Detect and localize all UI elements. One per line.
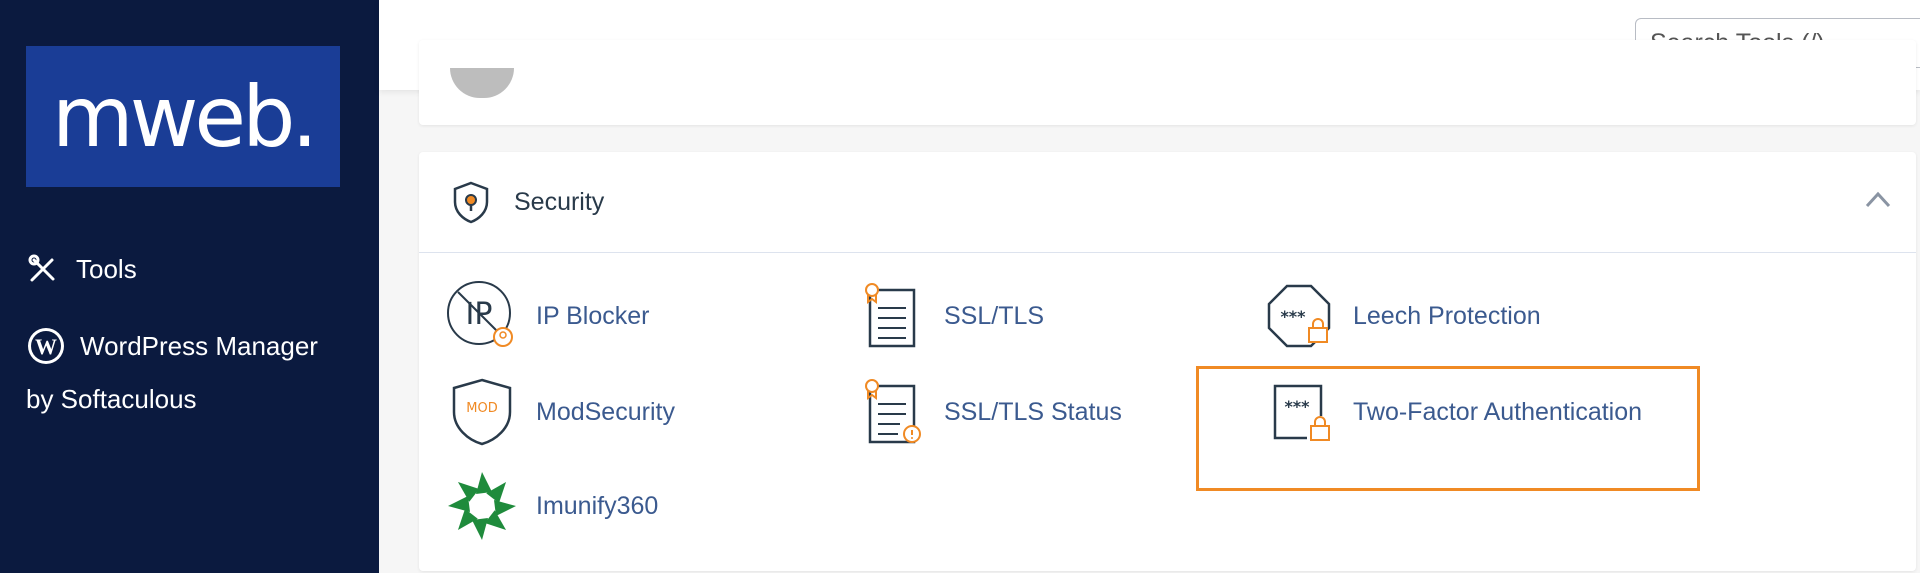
tool-ssl-tls[interactable]: SSL/TLS xyxy=(854,280,1044,352)
tool-label: Leech Protection xyxy=(1353,301,1541,330)
highlight-box xyxy=(1196,366,1700,491)
tool-label: ModSecurity xyxy=(536,397,675,426)
shield-icon xyxy=(453,181,489,224)
imunify360-icon xyxy=(448,472,516,540)
tool-leech-protection[interactable]: *** Leech Protection xyxy=(1263,280,1541,352)
sidebar-item-tools[interactable]: Tools xyxy=(26,252,137,286)
sidebar-item-sublabel[interactable]: by Softaculous xyxy=(26,384,197,415)
chevron-up-icon[interactable] xyxy=(1863,188,1893,210)
tool-label: SSL/TLS Status xyxy=(944,397,1122,426)
tool-modsecurity[interactable]: MOD ModSecurity xyxy=(446,376,675,448)
tool-label: SSL/TLS xyxy=(944,301,1045,330)
svg-text:W: W xyxy=(35,334,57,359)
tool-ip-blocker[interactable]: IP IP Blocker xyxy=(446,280,649,352)
leech-protection-icon: *** xyxy=(1267,284,1331,348)
tool-imunify360[interactable]: Imunify360 xyxy=(446,470,658,542)
brand-logo[interactable]: mweb. xyxy=(26,46,340,187)
previous-panel xyxy=(419,40,1916,125)
tool-label: Imunify360 xyxy=(536,491,659,520)
ssl-tls-status-icon xyxy=(865,379,921,444)
tool-label: IP Blocker xyxy=(536,301,650,330)
sidebar-item-wordpress[interactable]: W WordPress Manager xyxy=(26,326,318,366)
svg-text:MOD: MOD xyxy=(466,401,497,416)
modsecurity-icon: MOD xyxy=(452,378,512,446)
sidebar-item-label: Tools xyxy=(76,253,137,284)
panel-title: Security xyxy=(514,188,605,216)
ip-blocker-icon: IP xyxy=(447,281,513,347)
wordpress-icon: W xyxy=(28,328,64,364)
sidebar: mweb. Tools W WordPress Manager by Softa… xyxy=(0,0,379,573)
tools-icon xyxy=(28,254,55,282)
sidebar-item-label: WordPress Manager xyxy=(80,330,318,361)
tool-ssl-tls-status[interactable]: SSL/TLS Status xyxy=(854,376,1122,448)
security-panel-header[interactable]: Security xyxy=(419,152,1916,253)
svg-text:IP: IP xyxy=(466,297,493,332)
logo-text: mweb. xyxy=(51,67,318,166)
svg-text:***: *** xyxy=(1280,307,1306,326)
ssl-tls-icon xyxy=(865,283,916,348)
